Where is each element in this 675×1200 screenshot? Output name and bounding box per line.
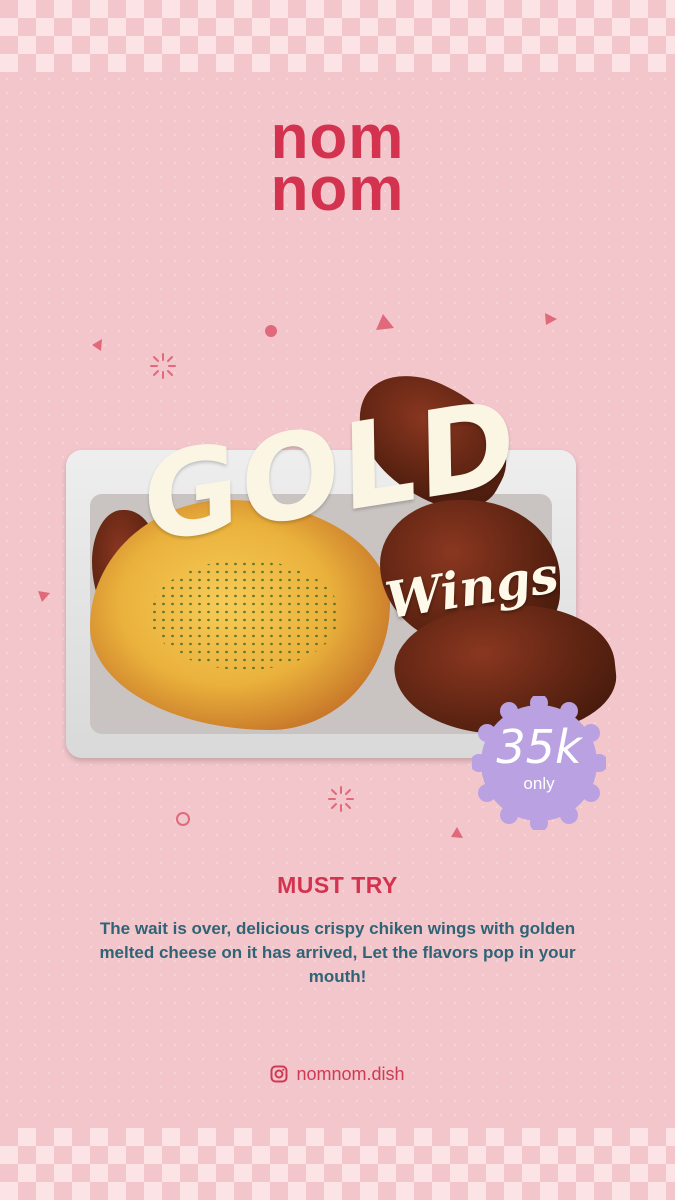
herb-topping xyxy=(150,560,340,670)
price-note: only xyxy=(523,774,555,793)
triangle-decoration xyxy=(92,339,102,351)
triangle-decoration xyxy=(545,313,557,325)
triangle-decoration xyxy=(451,827,463,838)
price-badge: 35k only xyxy=(470,694,608,832)
sparkle-decoration xyxy=(150,353,176,379)
checker-border-top xyxy=(0,0,675,72)
product-description: The wait is over, delicious crispy chike… xyxy=(99,919,576,986)
circle-decoration xyxy=(265,325,277,337)
social-handle[interactable]: nomnom.dish xyxy=(0,1064,675,1085)
price-value: 35k xyxy=(496,720,582,774)
social-handle-text: nomnom.dish xyxy=(296,1064,405,1084)
tagline-heading: MUST TRY xyxy=(277,872,398,898)
triangle-decoration xyxy=(376,314,394,330)
instagram-icon xyxy=(270,1065,288,1083)
checker-border-bottom xyxy=(0,1128,675,1200)
brand-logo-line-2: nom xyxy=(270,155,405,224)
product-hero: GOLD Wings 35k only xyxy=(0,354,675,832)
brand-logo: nom nom xyxy=(0,107,675,224)
